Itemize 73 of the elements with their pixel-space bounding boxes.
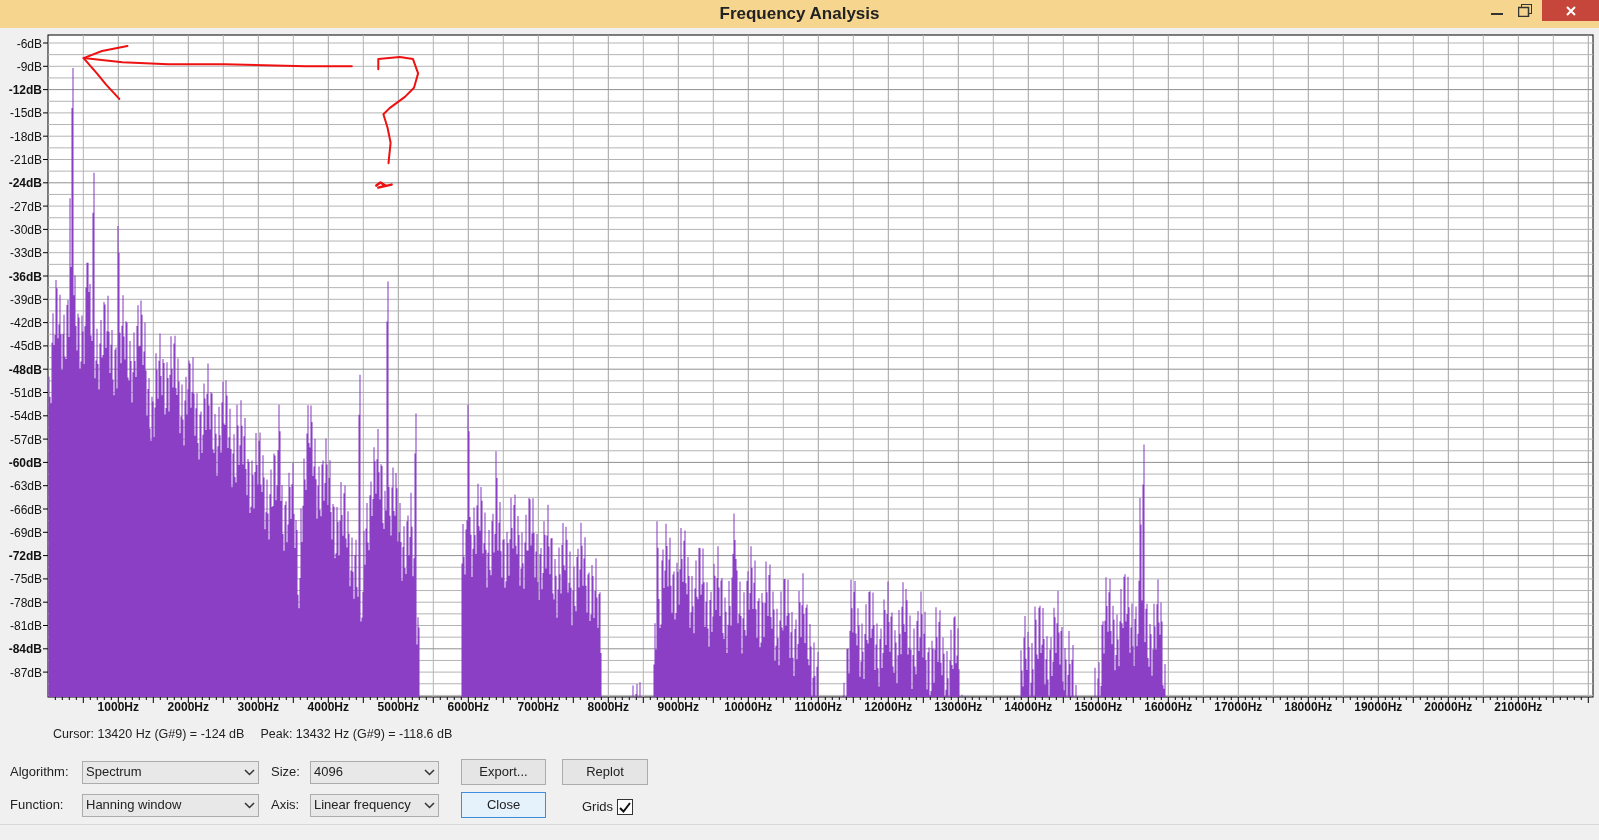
axis-label: Axis:	[271, 796, 301, 815]
axis-label: -6dB	[16, 36, 42, 51]
axis-label: -63dB	[9, 479, 42, 494]
axis-label: -84dB	[8, 642, 42, 657]
axis-label: -12dB	[8, 83, 42, 98]
axis-label: 4000Hz	[307, 700, 349, 714]
axis-label: 20000Hz	[1424, 700, 1473, 714]
axis-label: -33dB	[9, 246, 42, 261]
axis-label: -36dB	[8, 269, 42, 284]
axis-label: -21dB	[9, 153, 42, 167]
axis-label: -87dB	[9, 665, 42, 680]
axis-label: 12000Hz	[864, 700, 913, 714]
size-label: Size:	[271, 763, 301, 782]
chevron-icon	[244, 768, 255, 776]
window-title: Frequency Analysis	[719, 3, 880, 26]
axis-label: -45dB	[9, 339, 42, 354]
function-dropdown[interactable]: Hanning window	[82, 793, 259, 817]
axis-label: -51dB	[9, 386, 42, 400]
peak-readout: Peak: 13432 Hz (G#9) = -118.6 dB	[260, 725, 453, 743]
minimize-icon	[1491, 13, 1503, 15]
axis-dropdown[interactable]: Linear frequency	[310, 793, 439, 817]
axis-label: 11000Hz	[794, 700, 842, 714]
axis-label: -42dB	[9, 316, 42, 331]
axis-label: -66dB	[9, 502, 42, 517]
axis-label: -72dB	[8, 549, 42, 564]
algorithm-label: Algorithm:	[10, 763, 70, 782]
axis-label: -75dB	[9, 572, 42, 587]
axis-label: -9dB	[16, 59, 42, 74]
axis-label: -24dB	[8, 176, 42, 191]
axis-label: 17000Hz	[1214, 700, 1263, 714]
axis-label: 2000Hz	[167, 700, 209, 714]
axis-label: -57dB	[9, 432, 42, 447]
close-icon	[1565, 5, 1576, 16]
chevron-icon	[244, 801, 255, 809]
replot-button[interactable]: Replot	[562, 759, 648, 785]
axis-label: 15000Hz	[1074, 700, 1123, 714]
close-button[interactable]: Close	[461, 792, 546, 818]
axis-label: -69dB	[9, 525, 42, 540]
axis-label: 7000Hz	[517, 700, 559, 714]
axis-label: 13000Hz	[934, 700, 983, 714]
cursor-readout: Cursor: 13420 Hz (G#9) = -124 dB	[53, 725, 245, 743]
axis-label: 16000Hz	[1144, 700, 1193, 714]
axis-label: 6000Hz	[447, 700, 489, 714]
axis-label: -48dB	[8, 362, 42, 377]
grids-checkbox[interactable]	[617, 799, 634, 815]
export-button[interactable]: Export...	[461, 759, 546, 785]
axis-label: -30dB	[9, 222, 42, 237]
axis-label: 10000Hz	[724, 700, 773, 714]
chevron-icon	[424, 801, 435, 809]
axis-label: -39dB	[9, 292, 42, 307]
axis-label: 1000Hz	[97, 700, 139, 714]
chevron-icon	[424, 768, 435, 776]
size-dropdown[interactable]: 4096	[310, 760, 439, 784]
axis-label: 18000Hz	[1284, 700, 1333, 714]
axis-label: 14000Hz	[1004, 700, 1053, 714]
axis-label: -15dB	[9, 106, 42, 121]
axis-label: -54dB	[9, 409, 42, 424]
axis-label: -81dB	[9, 619, 42, 633]
axis-label: 19000Hz	[1354, 700, 1403, 714]
close-window-button[interactable]	[1542, 0, 1599, 21]
axis-label: -18dB	[9, 129, 42, 144]
axis-label: 9000Hz	[657, 700, 699, 714]
axis-label: 3000Hz	[237, 700, 279, 714]
algorithm-dropdown[interactable]: Spectrum	[82, 760, 259, 784]
axis-label: 21000Hz	[1494, 700, 1543, 714]
axis-label: 8000Hz	[587, 700, 629, 714]
restore-icon	[1518, 3, 1532, 17]
function-label: Function:	[10, 796, 65, 815]
grids-label: Grids	[582, 798, 614, 817]
axis-label: -78dB	[9, 595, 42, 610]
axis-label: 5000Hz	[377, 700, 419, 714]
axis-label: -60dB	[8, 455, 42, 470]
axis-label: -27dB	[9, 199, 42, 214]
